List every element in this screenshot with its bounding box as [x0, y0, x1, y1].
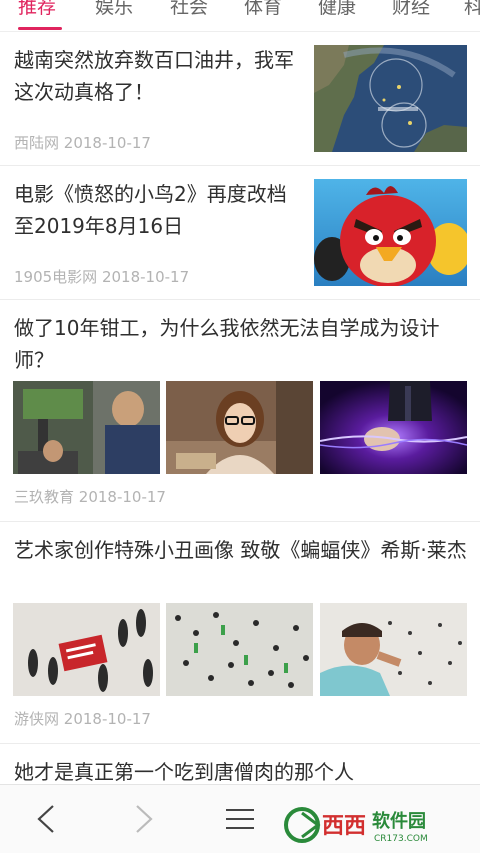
news-meta: 西陆网 2018-10-17: [14, 132, 151, 153]
news-thumbnail-artist[interactable]: [320, 603, 467, 696]
news-title[interactable]: 艺术家创作特殊小丑画像 致敬《蝙蝠侠》希斯·莱杰: [14, 534, 469, 566]
news-title[interactable]: 越南突然放弃数百口油井，我军这次动真格了！: [14, 44, 299, 108]
news-meta: 游侠网 2018-10-17: [14, 708, 151, 729]
tab-finance[interactable]: 财经: [392, 0, 430, 19]
news-item[interactable]: 她才是真正第一个吃到唐僧肉的那个人: [0, 744, 480, 784]
forward-button[interactable]: [122, 797, 166, 841]
news-date: 2018-10-17: [63, 710, 151, 728]
menu-button[interactable]: [218, 797, 262, 841]
tab-society[interactable]: 社会: [170, 0, 208, 19]
news-title[interactable]: 电影《愤怒的小鸟2》再度改档至2019年8月16日: [14, 178, 299, 242]
bottom-navigation-bar: 西西 软件园 CR173.COM: [0, 784, 480, 853]
tab-sports[interactable]: 体育: [244, 0, 282, 19]
tab-health[interactable]: 健康: [318, 0, 356, 19]
news-item[interactable]: 做了10年钳工，为什么我依然无法自学成为设计师？ 三玖教育 2018-10-17: [0, 300, 480, 522]
tab-tech[interactable]: 科: [464, 0, 480, 19]
news-source: 三玖教育: [14, 488, 79, 506]
news-item[interactable]: 电影《愤怒的小鸟2》再度改档至2019年8月16日 1905电影网 2018-1…: [0, 166, 480, 300]
news-thumbnail-row: [13, 381, 467, 474]
news-thumbnail-workshop[interactable]: [13, 381, 160, 474]
news-title[interactable]: 她才是真正第一个吃到唐僧肉的那个人: [14, 756, 469, 784]
news-feed[interactable]: 越南突然放弃数百口油井，我军这次动真格了！ 西陆网 2018-10-17 电影《: [0, 32, 480, 784]
hamburger-menu-icon: [226, 809, 254, 829]
news-meta: 1905电影网 2018-10-17: [14, 266, 189, 287]
news-item[interactable]: 艺术家创作特殊小丑画像 致敬《蝙蝠侠》希斯·莱杰 游侠网 2018-10-17: [0, 522, 480, 744]
news-source: 游侠网: [14, 710, 64, 728]
news-thumbnail-row: [13, 603, 467, 696]
chevron-left-icon: [37, 805, 54, 833]
category-tab-bar: 推荐 娱乐 社会 体育 健康 财经 科: [0, 0, 480, 32]
news-item[interactable]: 越南突然放弃数百口油井，我军这次动真格了！ 西陆网 2018-10-17: [0, 32, 480, 166]
watermark-brand: 西西: [322, 814, 366, 839]
chevron-right-icon: [136, 805, 153, 833]
news-thumbnail-fist[interactable]: [320, 381, 467, 474]
back-button[interactable]: [24, 797, 68, 841]
news-thumbnail-crowd[interactable]: [166, 603, 313, 696]
news-thumbnail-woman-glasses[interactable]: [166, 381, 313, 474]
news-thumbnail-figures-sign[interactable]: [13, 603, 160, 696]
news-date: 2018-10-17: [63, 134, 151, 152]
news-date: 2018-10-17: [101, 268, 190, 286]
active-tab-indicator: [18, 27, 62, 30]
tab-entertainment[interactable]: 娱乐: [95, 0, 133, 19]
tab-recommend[interactable]: 推荐: [18, 0, 56, 19]
news-title[interactable]: 做了10年钳工，为什么我依然无法自学成为设计师？: [14, 312, 469, 376]
watermark-name: 软件园: [372, 810, 426, 832]
news-meta: 三玖教育 2018-10-17: [14, 486, 166, 507]
news-date: 2018-10-17: [78, 488, 166, 506]
watermark-url: CR173.COM: [374, 834, 428, 844]
news-source: 西陆网: [14, 134, 64, 152]
news-thumbnail-map[interactable]: [314, 45, 467, 152]
news-thumbnail-angry-bird[interactable]: [314, 179, 467, 286]
news-source: 1905电影网: [14, 268, 102, 286]
watermark-logo: 西西 软件园 CR173.COM: [282, 803, 462, 847]
